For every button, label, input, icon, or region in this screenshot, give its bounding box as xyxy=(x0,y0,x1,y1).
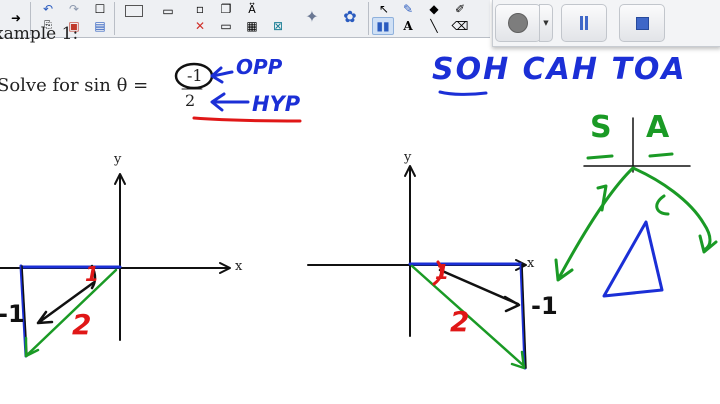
cast-s-underline xyxy=(586,154,614,160)
right-angle-mark: 1 xyxy=(435,260,449,284)
sohcahtoa-mnemonic: SOH CAH TOA xyxy=(432,52,687,87)
cast-a-label: A xyxy=(646,110,670,145)
opp-arrow xyxy=(210,66,234,84)
cast-right-arrow xyxy=(631,166,718,254)
left-hypotenuse-length: 2 xyxy=(72,308,92,341)
right-opposite-length: -1 xyxy=(531,292,558,320)
right-hypotenuse-length: 2 xyxy=(450,305,470,338)
cast-diagram xyxy=(554,117,718,298)
left-angle-mark: 1 xyxy=(85,262,99,286)
right-graph xyxy=(307,165,527,370)
opp-note: OPP xyxy=(236,55,283,79)
cast-t-mark xyxy=(596,184,608,212)
hyp-note: HYP xyxy=(252,92,301,116)
right-y-axis-label: y xyxy=(404,150,412,165)
soh-underline xyxy=(438,90,488,96)
left-y-axis-label: y xyxy=(114,152,122,167)
cast-a-underline xyxy=(648,152,674,158)
cast-c-mark xyxy=(655,194,670,216)
denominator-underline xyxy=(192,116,302,123)
left-x-axis-label: x xyxy=(235,259,243,274)
left-graph xyxy=(0,173,231,358)
hyp-arrow xyxy=(210,92,250,112)
left-hypotenuse xyxy=(24,268,118,358)
circle-around-numerator xyxy=(174,62,214,90)
left-opposite-length: -1 xyxy=(0,300,25,328)
cast-s-label: S xyxy=(590,110,612,145)
right-x-axis-label: x xyxy=(527,256,535,271)
cast-triangle xyxy=(602,220,664,298)
